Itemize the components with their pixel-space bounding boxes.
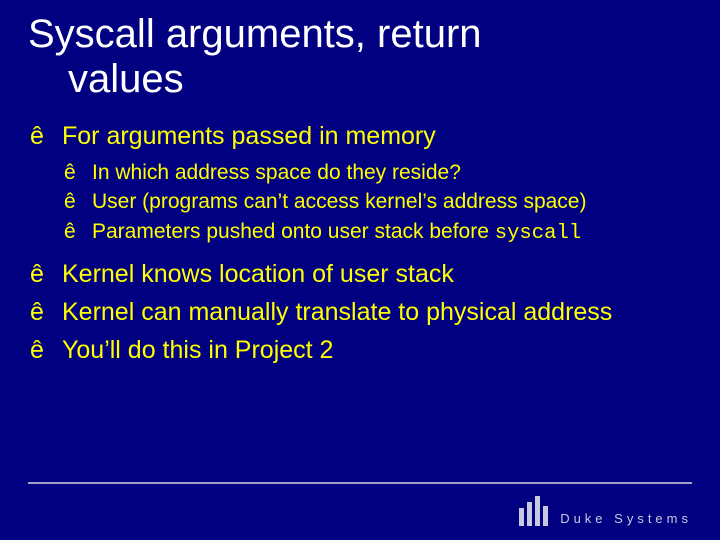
bullet-item: Kernel knows location of user stack — [28, 258, 692, 290]
bullet-item: You’ll do this in Project 2 — [28, 334, 692, 366]
sub-bullet-text: Parameters pushed onto user stack before — [92, 220, 495, 243]
slide: Syscall arguments, return values For arg… — [0, 0, 720, 540]
sub-bullet-text: In which address space do they reside? — [92, 161, 461, 184]
sub-bullet-item: In which address space do they reside? — [62, 160, 692, 187]
title-line-2: values — [28, 57, 692, 102]
bullet-text: Kernel knows location of user stack — [62, 260, 454, 288]
bullet-list: For arguments passed in memory In which … — [28, 120, 692, 366]
bullet-text: You’ll do this in Project 2 — [62, 336, 333, 364]
slide-title: Syscall arguments, return values — [28, 12, 692, 102]
sub-bullet-list: In which address space do they reside? U… — [62, 160, 692, 248]
code-literal: syscall — [495, 222, 581, 245]
brand-text: Duke Systems — [560, 511, 692, 526]
bullet-text: Kernel can manually translate to physica… — [62, 298, 612, 326]
sub-bullet-item: User (programs can’t access kernel’s add… — [62, 189, 692, 216]
sub-bullet-item: Parameters pushed onto user stack before… — [62, 219, 692, 247]
title-line-1: Syscall arguments, return — [28, 12, 482, 56]
brand-area: Duke Systems — [516, 496, 692, 526]
footer-divider — [28, 482, 692, 484]
sub-bullet-text: User (programs can’t access kernel’s add… — [92, 190, 586, 213]
bullet-item: Kernel can manually translate to physica… — [28, 296, 692, 328]
bullet-item: For arguments passed in memory In which … — [28, 120, 692, 248]
brand-icon — [516, 496, 550, 526]
bullet-text: For arguments passed in memory — [62, 122, 436, 150]
